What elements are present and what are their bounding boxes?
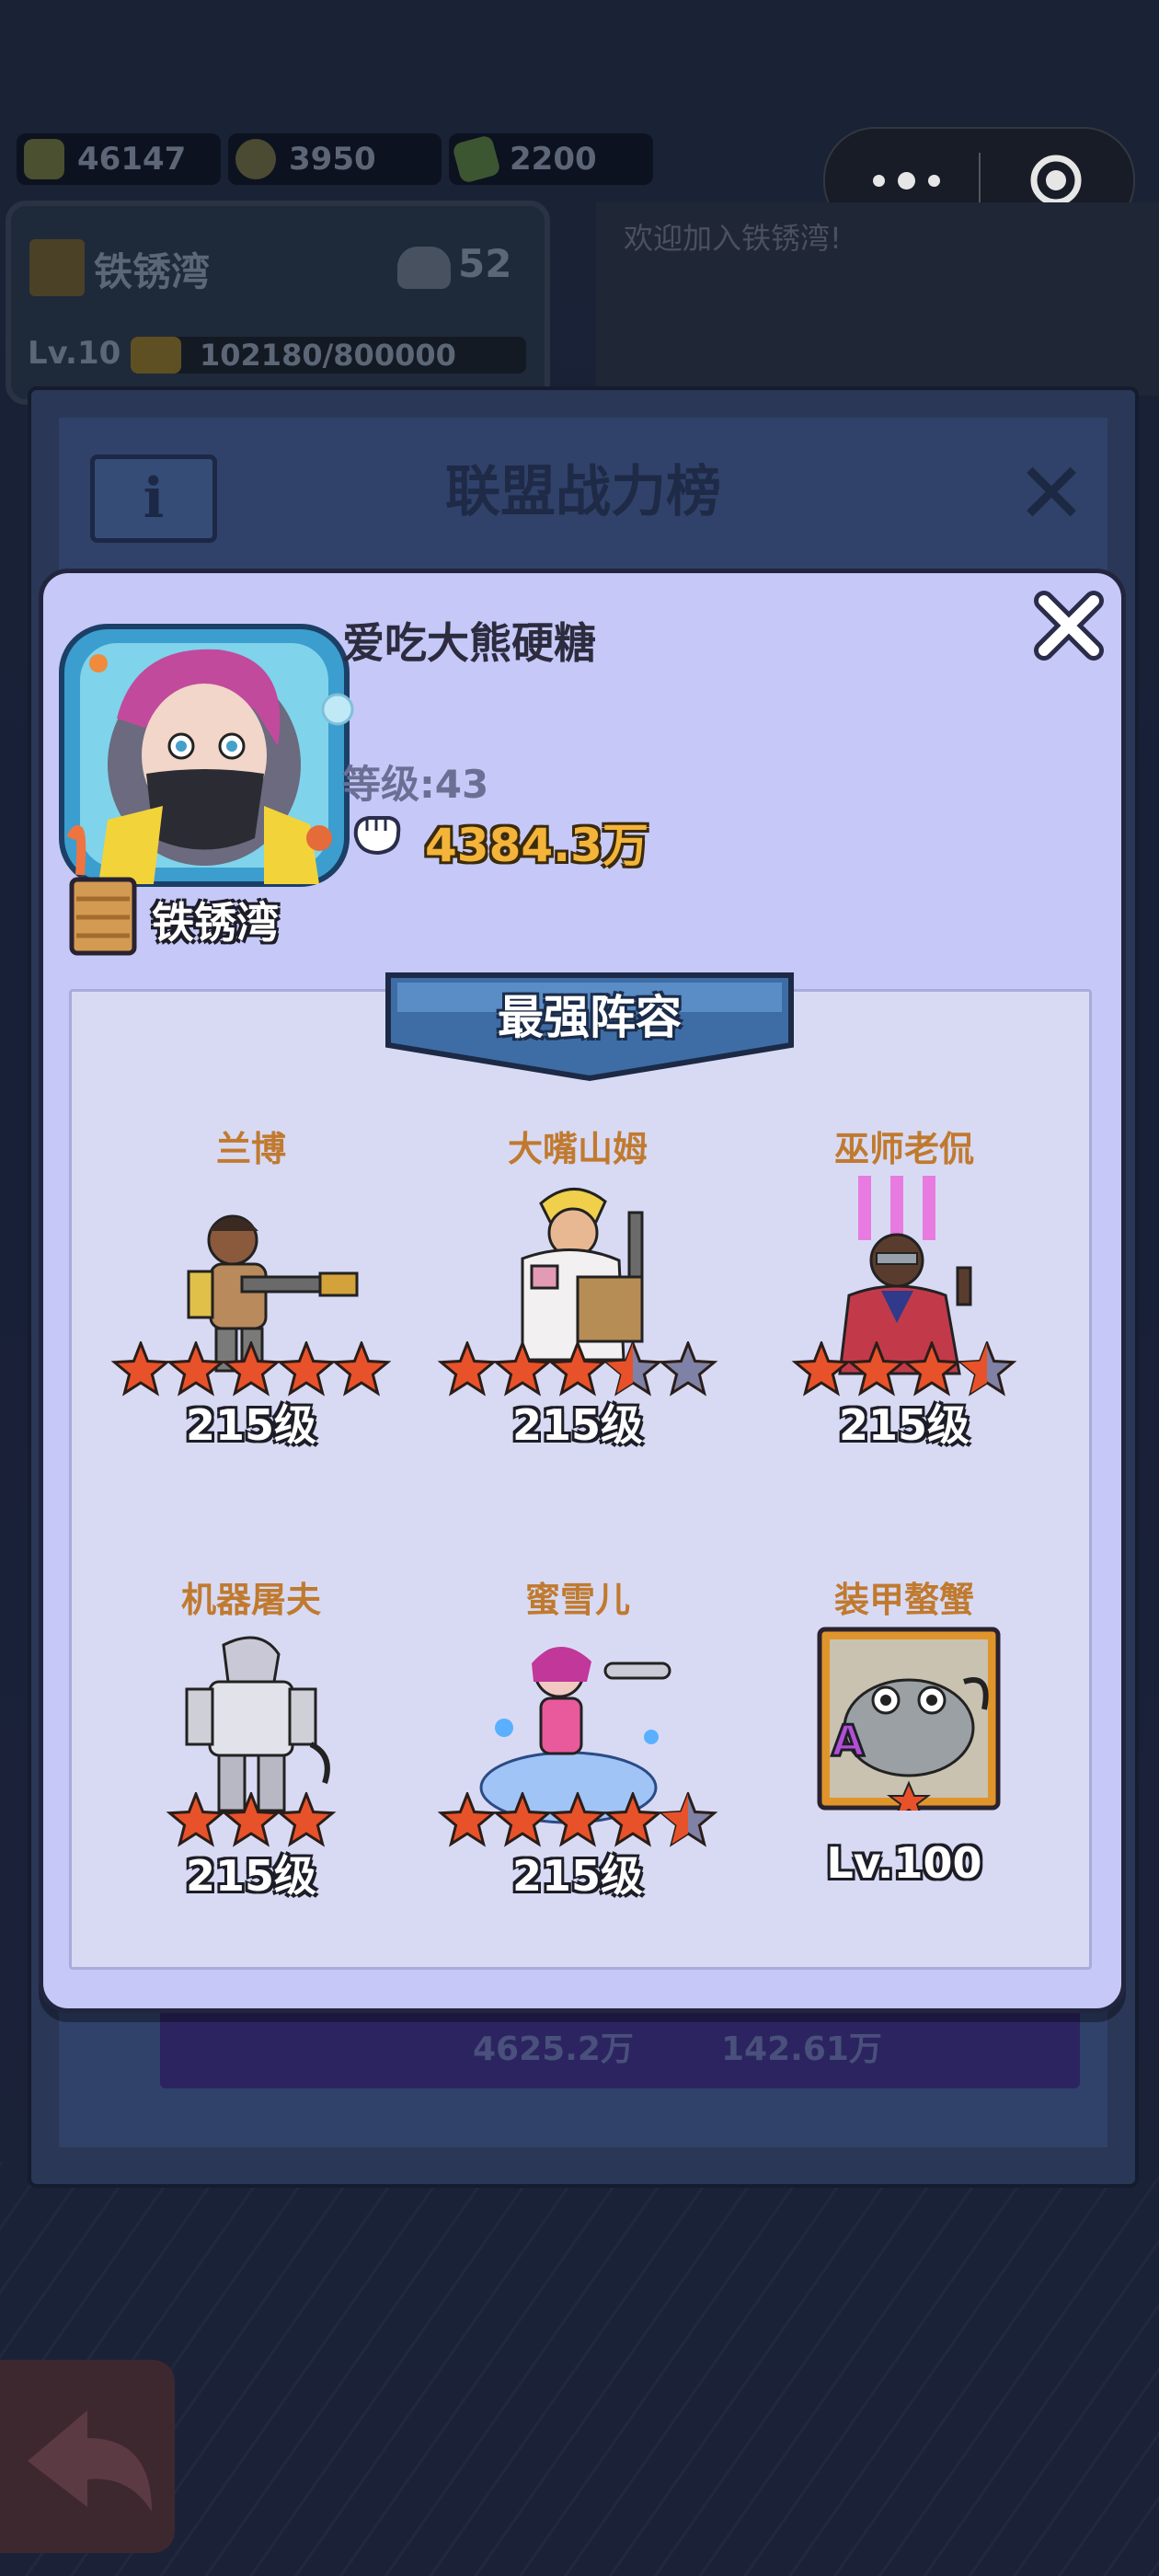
player-level: 等级:43 [342,762,489,807]
more-dots-icon [928,174,940,187]
alliance-notice-board: 欢迎加入铁锈湾! [596,202,1159,396]
guild-flag-icon [69,877,137,956]
star-filled-icon [166,1341,226,1397]
alliance-info-card[interactable]: 铁锈湾 52 Lv.10 102180/800000 [6,201,550,405]
power-fist-icon [353,816,401,856]
hero-level: 215级 [511,1400,644,1450]
hero-name: 蜜雪儿 [524,1580,630,1620]
alliance-flag-icon [29,239,85,296]
resource-value: 3950 [289,141,376,178]
star-filled-icon [221,1792,281,1847]
star-filled-icon [437,1341,498,1397]
more-menu-button[interactable] [873,160,974,201]
hero-level: 215级 [185,1400,317,1450]
footer-power: 4625.2万 [473,2030,634,2068]
star-filled-icon [492,1792,553,1847]
star-filled-icon [166,1792,226,1847]
back-arrow-icon [28,2410,152,2512]
hero-name: 大嘴山姆 [507,1129,648,1169]
ranking-close-button[interactable]: ✕ [1010,452,1093,536]
member-count: 52 [458,241,512,286]
modal-close-button[interactable] [1027,584,1110,667]
medal-icon [235,139,276,179]
lineup-title: 最强阵容 [498,991,682,1044]
hero-name: 兰博 [215,1129,286,1169]
resource-coins: 46147 [17,133,221,185]
alliance-name: 铁锈湾 [94,249,211,294]
star-filled-icon [437,1792,498,1847]
alliance-exp-bar: 102180/800000 [131,337,526,374]
alliance-exp-fill [131,337,182,374]
player-avatar[interactable] [43,608,374,903]
player-detail-modal: 爱吃大熊硬糖 等级:43 4384.3万 铁锈湾 最强阵容 兰博 215级 大嘴… [39,569,1126,2013]
star-filled-icon [547,1341,608,1397]
footer-money: 142.61万 [721,2030,882,2068]
star-empty-icon [658,1341,718,1397]
resource-medals: 3950 [228,133,442,185]
members-icon [397,247,451,289]
pet-level: Lv.100 [826,1838,982,1888]
star-filled-icon [602,1792,663,1847]
star-filled-icon [901,1341,962,1397]
alliance-notice-text: 欢迎加入铁锈湾! [624,221,842,256]
more-dots-icon [873,174,885,187]
strongest-lineup-section: 最强阵容 兰博 215级 大嘴山姆 215级 巫师老侃 215级 机器屠夫 21… [69,972,1092,1970]
cash-icon [452,134,501,184]
player-power: 4384.3万 [425,819,648,872]
star-filled-icon [221,1341,281,1397]
resource-value: 2200 [510,141,597,178]
star-filled-icon [276,1792,337,1847]
star-filled-icon [846,1341,907,1397]
close-mini-program-button[interactable] [1027,152,1084,209]
capsule-divider [979,153,981,208]
hero-name: 机器屠夫 [180,1580,321,1620]
back-button[interactable] [0,2360,175,2553]
more-dots-icon [898,171,915,190]
resource-bar: 46147 3950 2200 [17,133,653,185]
resource-cash: 2200 [449,133,653,185]
star-filled-icon [276,1341,337,1397]
guild-name: 铁锈湾 [152,898,279,948]
pet-crab-portrait: A [817,1627,1001,1811]
star-filled-icon [110,1341,171,1397]
hero-level: 215级 [185,1851,317,1901]
hero-name: 巫师老侃 [833,1129,974,1169]
alliance-level: Lv.10 [28,335,121,372]
star-filled-icon [331,1341,392,1397]
ranking-footer-row[interactable]: 4625.2万 142.61万 [160,2000,1080,2088]
player-name: 爱吃大熊硬糖 [342,618,596,668]
hero-level: 215级 [838,1400,970,1450]
hero-level: 215级 [511,1851,644,1901]
star-filled-icon [791,1341,852,1397]
star-filled-icon [547,1792,608,1847]
ranking-title: 联盟战力榜 [445,460,721,524]
resource-value: 46147 [77,141,187,178]
star-filled-icon [492,1341,553,1397]
pet-name: 装甲螯蟹 [833,1580,974,1620]
coin-icon [24,139,64,179]
pet-rank-badge: A [832,1716,865,1765]
alliance-exp-text: 102180/800000 [200,338,456,373]
